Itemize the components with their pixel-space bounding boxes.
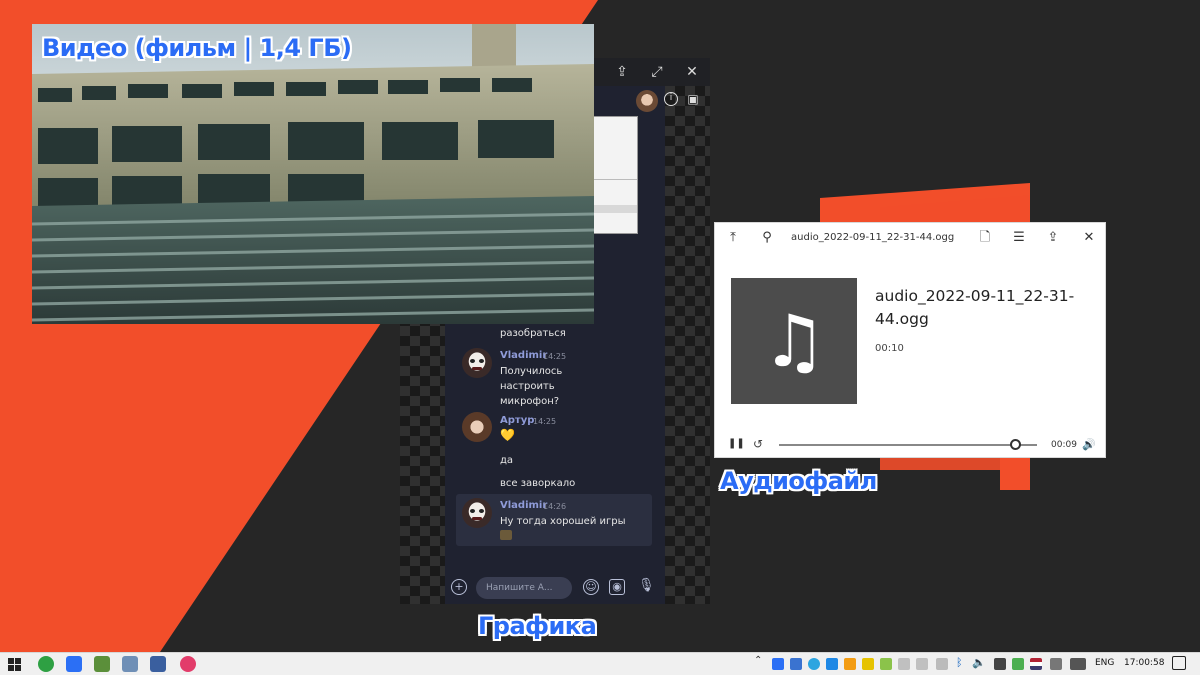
vk-icon[interactable]	[66, 656, 82, 672]
tray-icon[interactable]	[844, 658, 856, 670]
chat-header-avatar[interactable]	[636, 90, 658, 112]
track-title: audio_2022-09-11_22-31-44.ogg	[875, 287, 1075, 328]
tray-icon[interactable]	[936, 658, 948, 670]
message-author[interactable]: Артур	[500, 415, 534, 426]
tray-icon[interactable]	[1050, 658, 1062, 670]
language-indicator[interactable]: ENG	[1095, 658, 1114, 668]
tray-icon[interactable]	[826, 658, 838, 670]
tray-icon[interactable]	[790, 658, 802, 670]
taskbar: ⌃ ᛒ 🔈 ENG 17:00:58	[0, 652, 1200, 675]
context-menu-fragment	[592, 116, 638, 234]
track-duration: 00:10	[875, 343, 904, 354]
tray-icon[interactable]	[994, 658, 1006, 670]
chevron-up-icon[interactable]: ⌃	[754, 655, 762, 666]
camera-icon[interactable]: ◉	[609, 579, 625, 595]
message-line: настроить	[500, 381, 555, 392]
close-icon[interactable]: ✕	[1081, 230, 1097, 246]
telegram-icon[interactable]	[808, 658, 820, 670]
volume-icon[interactable]: 🔊	[1082, 438, 1096, 451]
app-icon[interactable]	[180, 656, 196, 672]
sticker-icon	[500, 530, 512, 540]
replay-icon[interactable]: ↺	[753, 437, 763, 451]
emoji-icon[interactable]: ☺	[583, 579, 599, 595]
caption-video: Видео (фильм | 1,4 ГБ)	[42, 34, 352, 62]
tray-icon[interactable]	[916, 658, 928, 670]
caption-audio: Аудиофайл	[720, 467, 877, 495]
app-icon[interactable]	[94, 656, 110, 672]
tray-icon[interactable]	[1012, 658, 1024, 670]
close-icon[interactable]: ✕	[681, 62, 703, 82]
share-icon[interactable]: ⇪	[1045, 230, 1061, 246]
avatar[interactable]	[462, 412, 492, 442]
tray-icon[interactable]	[880, 658, 892, 670]
app-icon[interactable]	[38, 656, 54, 672]
flag-icon[interactable]	[1030, 658, 1042, 670]
seek-bar[interactable]	[779, 439, 1037, 450]
message-line: Ну тогда хорошей игры	[500, 516, 626, 527]
message-time: 14:25	[533, 417, 557, 426]
elapsed-time: 00:09	[1051, 440, 1077, 450]
video-player-frame[interactable]	[32, 24, 594, 324]
message-text: все заворкало	[500, 478, 576, 489]
caption-graphics: Графика	[478, 612, 597, 640]
pause-icon[interactable]: ❚❚	[728, 439, 745, 449]
message-input[interactable]: Напишите А...	[476, 577, 572, 599]
app-icon[interactable]	[122, 656, 138, 672]
message-author[interactable]: Vladimir	[500, 500, 547, 511]
playlist-icon[interactable]: ☰	[1011, 230, 1027, 246]
file-icon[interactable]: 🗋	[977, 230, 993, 246]
seek-thumb[interactable]	[1010, 439, 1022, 450]
message-time: 14:25	[543, 352, 567, 361]
message-line: Получилось	[500, 366, 563, 377]
maximize-icon[interactable]: ⤢	[646, 62, 668, 82]
info-icon[interactable]: i	[664, 92, 678, 106]
clock[interactable]: 17:00:58	[1124, 658, 1164, 668]
message-time: 14:26	[543, 502, 567, 511]
window-title: audio_2022-09-11_22-31-44.ogg	[791, 232, 955, 243]
app-icon[interactable]	[150, 656, 166, 672]
add-attachment-icon[interactable]: +	[451, 579, 467, 595]
video-frame-image	[32, 24, 594, 324]
music-note-icon: ♫	[731, 278, 857, 404]
bluetooth-icon[interactable]: ᛒ	[956, 656, 963, 669]
message-text: разобраться	[500, 328, 566, 339]
start-button[interactable]	[8, 658, 21, 671]
message-author[interactable]: Vladimir	[500, 350, 547, 361]
message-text: да	[500, 455, 514, 466]
tray-icon[interactable]	[772, 658, 784, 670]
keyboard-icon[interactable]	[1070, 658, 1086, 670]
speaker-icon[interactable]: 🔈	[972, 656, 986, 669]
tray-icon[interactable]	[898, 658, 910, 670]
microphone-icon[interactable]: 🎙	[638, 578, 655, 596]
share-icon[interactable]: ⇪	[611, 62, 633, 82]
audio-player-window: ⤒ ⚲ audio_2022-09-11_22-31-44.ogg 🗋 ☰ ⇪ …	[714, 222, 1106, 458]
notifications-icon[interactable]	[1172, 656, 1186, 670]
heart-emoji: 💛	[500, 428, 515, 442]
always-on-top-icon[interactable]: ⤒	[725, 230, 741, 246]
pin-icon[interactable]: ⚲	[759, 230, 775, 246]
transparency-area-right	[665, 86, 710, 604]
message-line: микрофон?	[500, 396, 560, 407]
avatar[interactable]	[462, 498, 492, 528]
tray-icon[interactable]	[862, 658, 874, 670]
avatar[interactable]	[462, 348, 492, 378]
gamepad-icon[interactable]: ▣	[686, 92, 700, 106]
